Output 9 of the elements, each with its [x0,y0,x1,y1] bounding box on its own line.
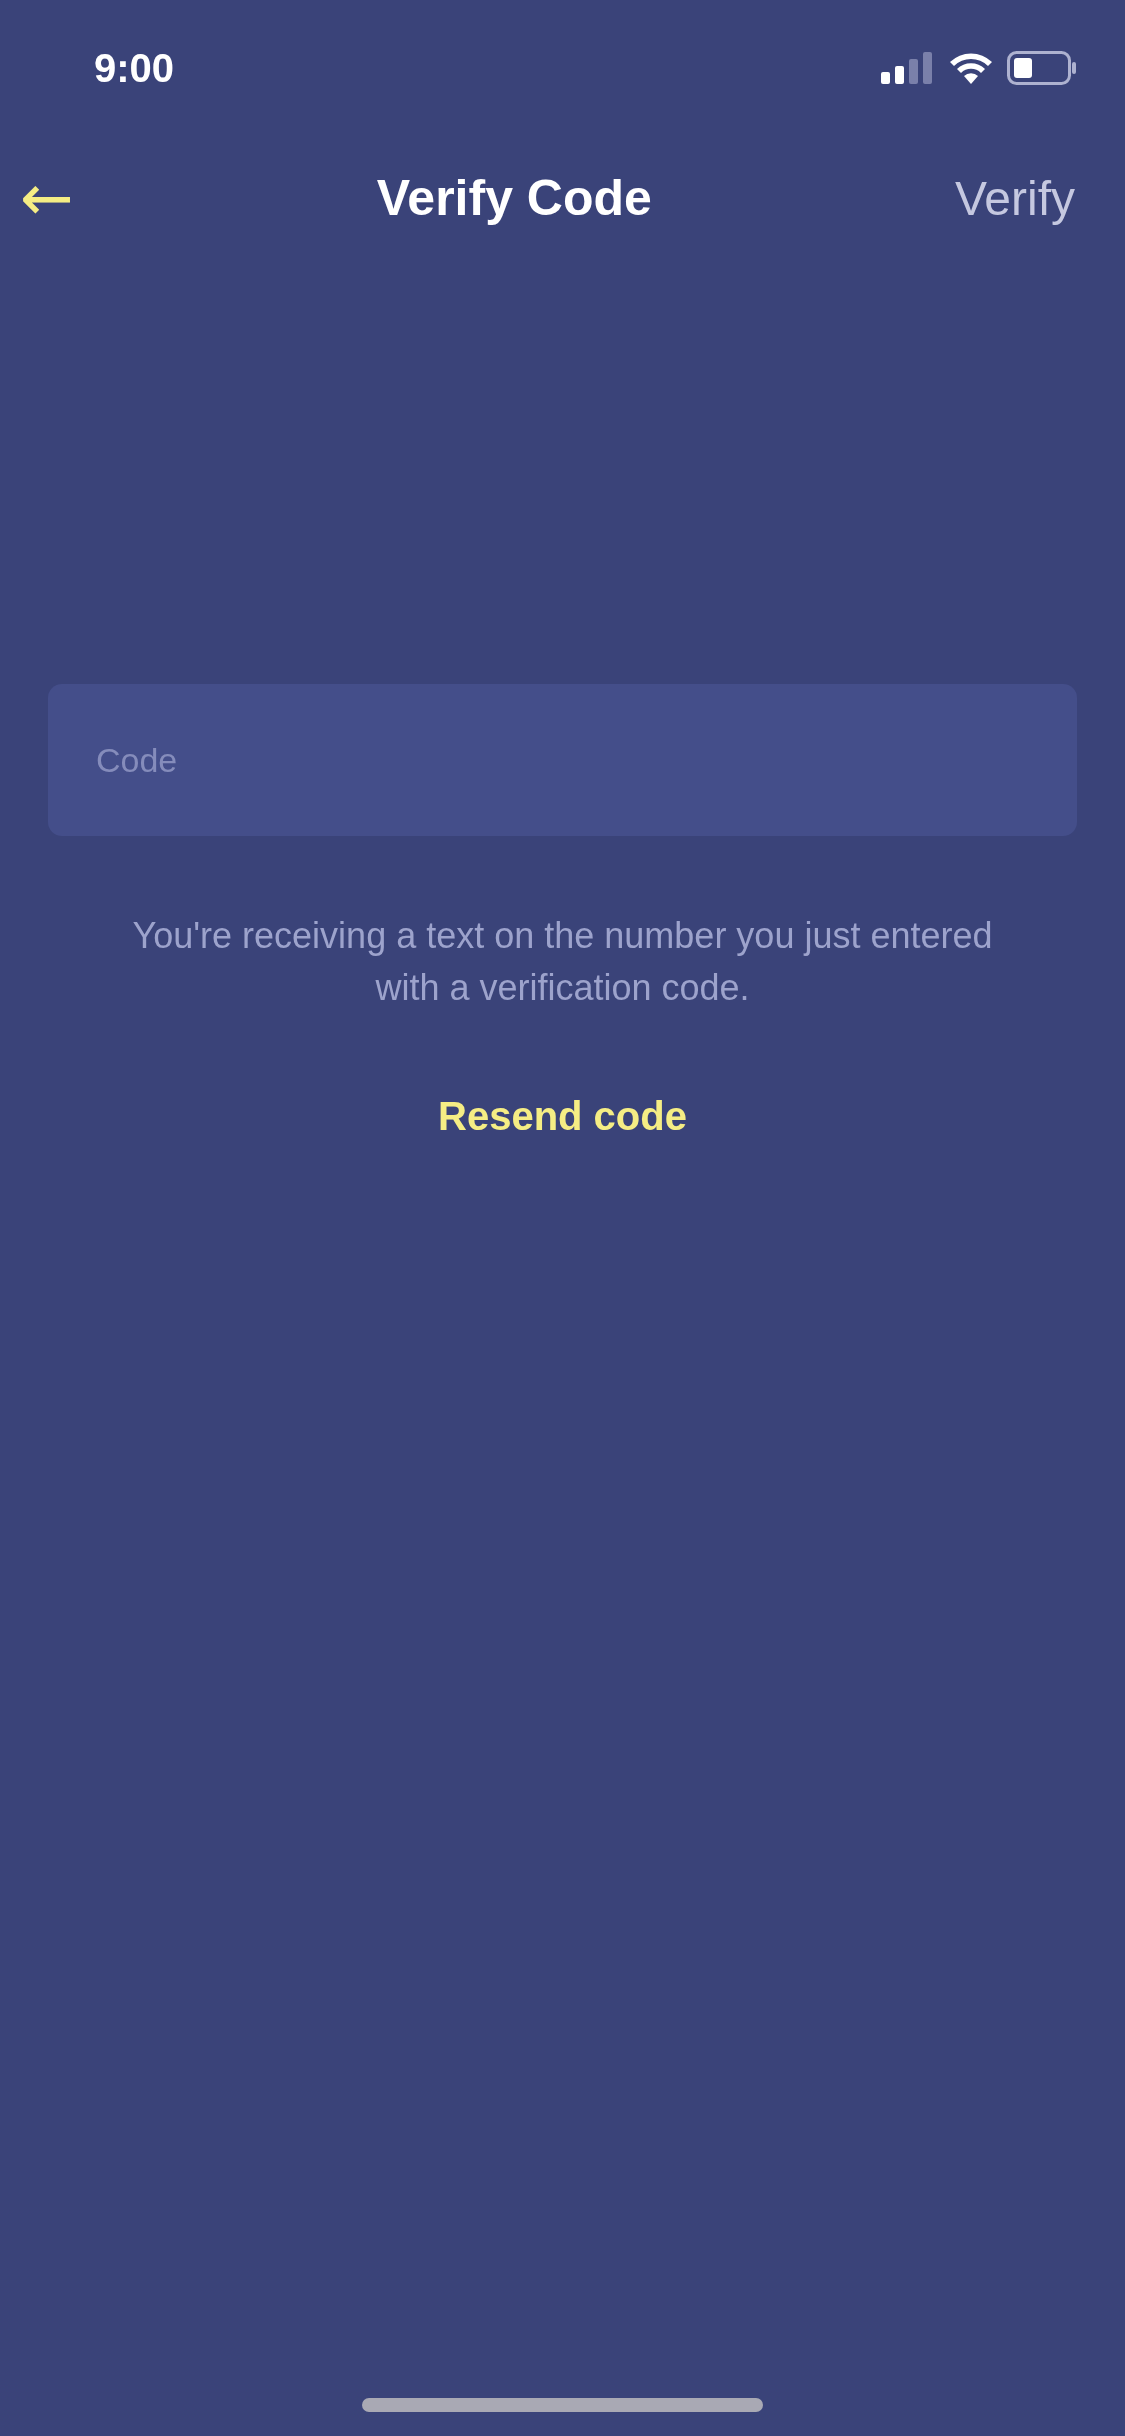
battery-icon [1007,51,1077,85]
back-button[interactable]: ← [20,166,74,230]
status-time: 9:00 [94,45,175,91]
signal-icon [881,52,935,84]
wifi-icon [949,52,993,84]
info-message: You're receiving a text on the number you just entered with a verification code. [131,914,994,1010]
code-field[interactable]: Code [48,684,1077,836]
resend-link[interactable]: Resend code [438,1094,687,1139]
screen-title: Verify Code [376,169,652,227]
